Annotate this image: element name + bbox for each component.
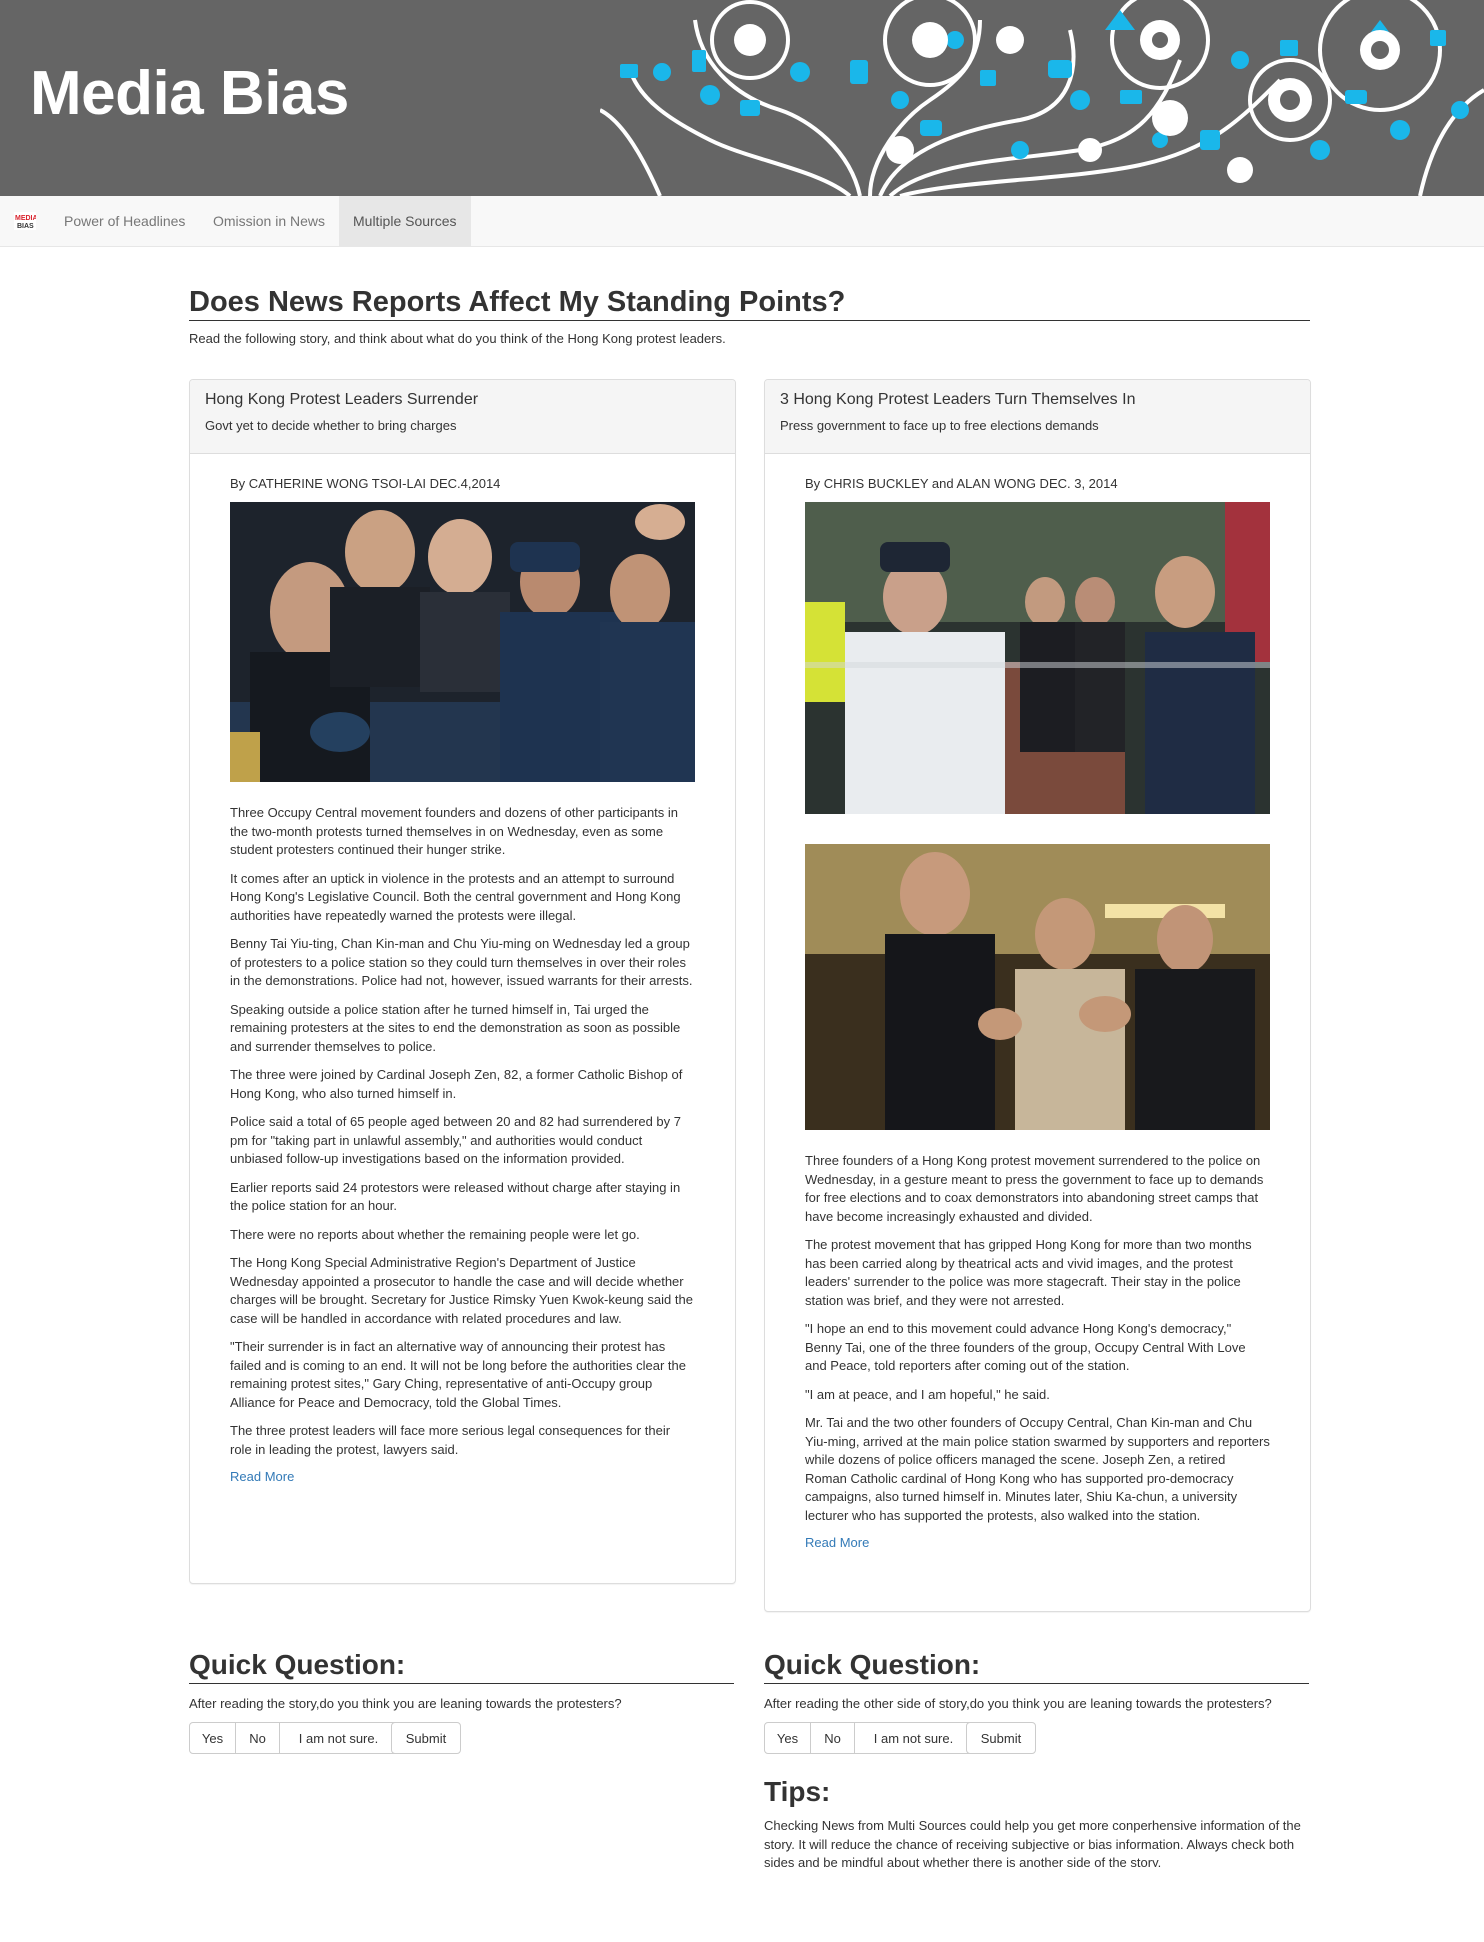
answer-yes-button[interactable]: Yes	[189, 1722, 236, 1754]
article-2-paragraph: Mr. Tai and the two other founders of Oc…	[805, 1415, 1270, 1523]
article-1-text: Three Occupy Central movement founders a…	[230, 804, 695, 1484]
answer-not-sure-button[interactable]: I am not sure.	[279, 1722, 398, 1754]
social-media-network-illustration	[600, 0, 1484, 196]
quick-question-1-heading: Quick Question:	[189, 1648, 734, 1684]
article-2-paragraph: "I hope an end to this movement could ad…	[805, 1321, 1246, 1373]
article-2-text: Three founders of a Hong Kong protest mo…	[805, 1152, 1270, 1550]
article-1-body: By CATHERINE WONG TSOI-LAI DEC.4,2014 Th…	[230, 476, 695, 1484]
article-1-photo	[230, 502, 695, 782]
article-1-read-more-link[interactable]: Read More	[230, 1469, 695, 1484]
svg-text:BIAS: BIAS	[17, 223, 34, 230]
article-1-paragraph: The three protest leaders will face more…	[230, 1423, 671, 1457]
site-banner: Media Bias	[0, 0, 1484, 196]
page-title: Does News Reports Affect My Standing Poi…	[189, 284, 1310, 321]
article-1-paragraph: It comes after an uptick in violence in …	[230, 870, 681, 923]
answer-not-sure-button[interactable]: I am not sure.	[854, 1722, 973, 1754]
tips-text: Checking News from Multi Sources could h…	[764, 1818, 1301, 1867]
tips-heading: Tips:	[764, 1776, 831, 1807]
article-2-byline: By CHRIS BUCKLEY and ALAN WONG DEC. 3, 2…	[805, 476, 1118, 491]
page-intro: Read the following story, and think abou…	[189, 331, 726, 346]
article-1-subtitle: Govt yet to decide whether to bring char…	[205, 418, 457, 433]
answer-no-button[interactable]: No	[235, 1722, 280, 1754]
nav-omission-in-news[interactable]: Omission in News	[199, 196, 339, 246]
article-2-paragraph: The protest movement that has gripped Ho…	[805, 1237, 1252, 1308]
article-1-paragraph: Three Occupy Central movement founders a…	[230, 805, 679, 857]
article-2-subtitle: Press government to face up to free elec…	[780, 418, 1099, 433]
article-1-heading: Hong Kong Protest Leaders Surrender Govt…	[190, 380, 735, 454]
nav-multiple-sources[interactable]: Multiple Sources	[339, 196, 471, 246]
article-2-body: By CHRIS BUCKLEY and ALAN WONG DEC. 3, 2…	[805, 476, 1270, 1550]
article-2-heading: 3 Hong Kong Protest Leaders Turn Themsel…	[765, 380, 1310, 454]
answer-no-button[interactable]: No	[810, 1722, 855, 1754]
submit-button[interactable]: Submit	[966, 1722, 1036, 1754]
article-2-title: 3 Hong Kong Protest Leaders Turn Themsel…	[780, 391, 1136, 408]
article-panel-1: Hong Kong Protest Leaders Surrender Govt…	[189, 379, 736, 1584]
article-1-paragraph: Earlier reports said 24 protestors were …	[230, 1179, 681, 1214]
svg-text:MEDIA: MEDIA	[15, 215, 36, 222]
quick-question-1-text: After reading the story,do you think you…	[189, 1696, 622, 1711]
article-1-byline: By CATHERINE WONG TSOI-LAI DEC.4,2014	[230, 476, 501, 491]
article-1-paragraph: The three were joined by Cardinal Joseph…	[230, 1067, 683, 1101]
media-bias-logo-icon[interactable]: MEDIA BIAS	[14, 212, 36, 230]
article-1-paragraph: Police said a total of 65 people aged be…	[230, 1114, 682, 1166]
article-1-title: Hong Kong Protest Leaders Surrender	[205, 391, 479, 408]
site-title: Media Bias	[30, 59, 349, 128]
top-navbar: MEDIA BIAS Power of Headlines Omission i…	[0, 196, 1484, 247]
article-1-paragraph: Speaking outside a police station after …	[230, 1001, 681, 1054]
article-1-paragraph: "Their surrender is in fact an alternati…	[230, 1339, 687, 1410]
article-1-paragraph: Benny Tai Yiu-ting, Chan Kin-man and Chu…	[230, 936, 693, 988]
article-2-paragraph: Three founders of a Hong Kong protest mo…	[805, 1153, 1264, 1224]
article-2-paragraph: "I am at peace, and I am hopeful," he sa…	[805, 1386, 1050, 1402]
article-2-photo-2	[805, 844, 1270, 1130]
article-2-photo-1	[805, 502, 1270, 814]
submit-button[interactable]: Submit	[391, 1722, 461, 1754]
nav-power-of-headlines[interactable]: Power of Headlines	[50, 196, 199, 246]
article-1-paragraph: There were no reports about whether the …	[230, 1226, 640, 1242]
quick-question-2-heading: Quick Question:	[764, 1648, 1309, 1684]
article-1-paragraph: The Hong Kong Special Administrative Reg…	[230, 1255, 693, 1326]
article-2-read-more-link[interactable]: Read More	[805, 1535, 1270, 1550]
quick-question-2-text: After reading the other side of story,do…	[764, 1696, 1272, 1711]
article-panel-2: 3 Hong Kong Protest Leaders Turn Themsel…	[764, 379, 1311, 1612]
answer-yes-button[interactable]: Yes	[764, 1722, 811, 1754]
